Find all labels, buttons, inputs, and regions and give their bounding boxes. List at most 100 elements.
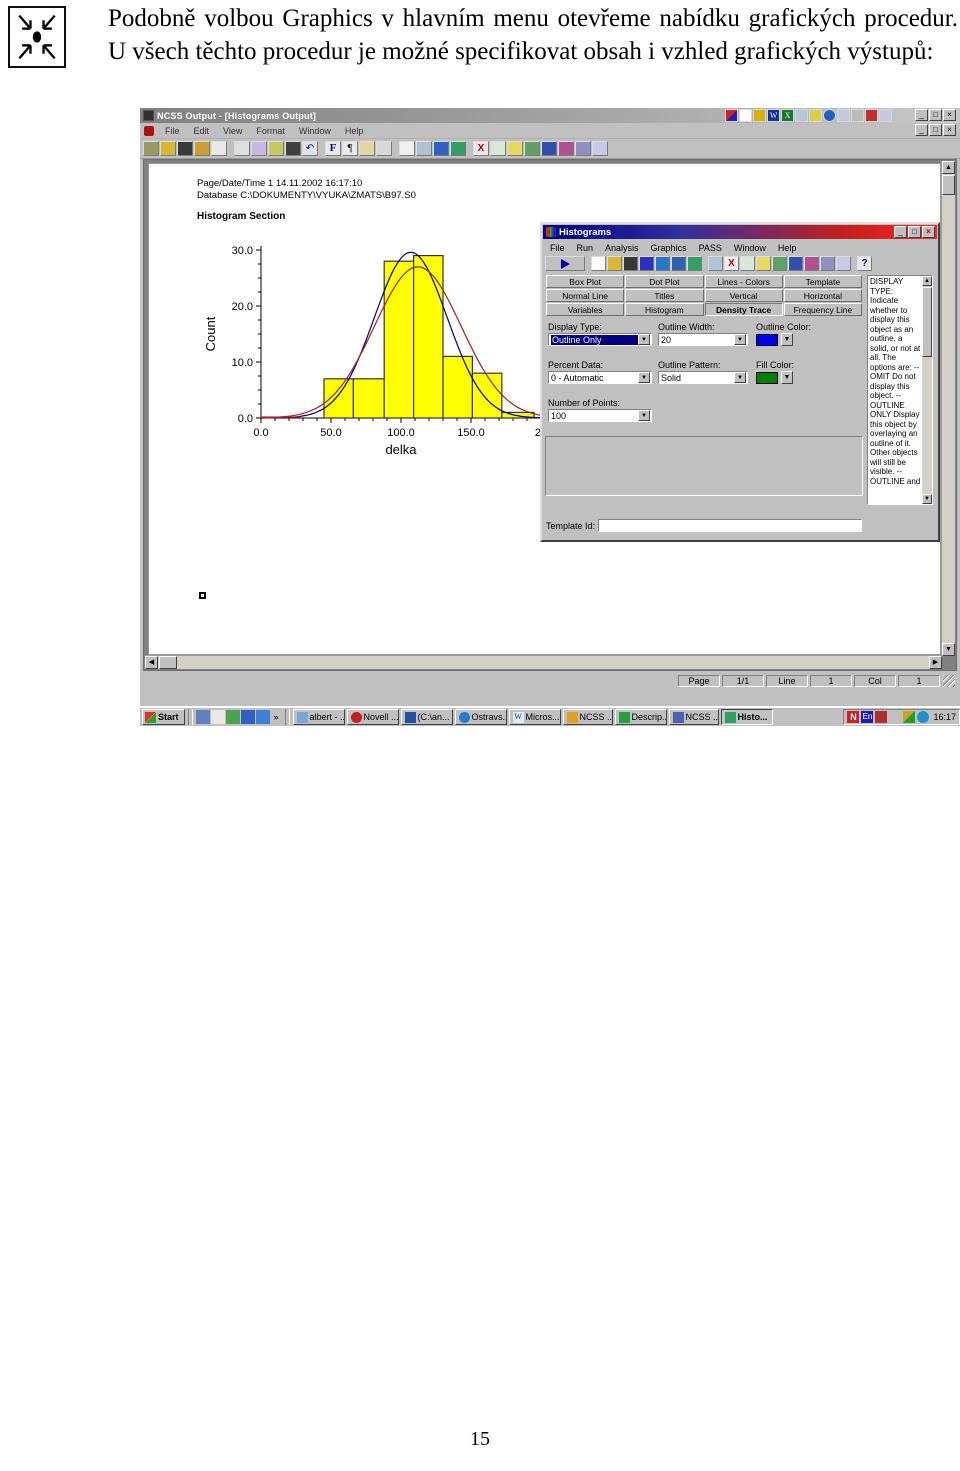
- menu-view[interactable]: View: [216, 126, 249, 136]
- ruler-icon[interactable]: [359, 141, 375, 156]
- notepad-icon[interactable]: [210, 710, 225, 724]
- preview-icon[interactable]: [879, 109, 892, 122]
- spreadsheet-icon[interactable]: [433, 141, 449, 156]
- flag-icon[interactable]: [240, 710, 255, 724]
- task-button-active[interactable]: Histo...: [720, 709, 773, 725]
- child-window-controls[interactable]: _ □ ×: [915, 124, 956, 136]
- run-button[interactable]: [545, 256, 585, 271]
- child-minimize-button[interactable]: _: [915, 124, 928, 136]
- scroll-down-button[interactable]: ▼: [942, 643, 955, 656]
- new-template-icon[interactable]: [591, 256, 606, 271]
- task-button[interactable]: (C:\an...: [400, 709, 453, 725]
- help-scroll-thumb[interactable]: [922, 287, 932, 357]
- tab-normal-line[interactable]: Normal Line: [546, 289, 625, 302]
- menu-help[interactable]: Help: [338, 126, 371, 136]
- task-button[interactable]: NCSS ...: [668, 709, 719, 725]
- scroll-up-button[interactable]: ▲: [942, 161, 955, 174]
- output-window-controls[interactable]: _ □ ×: [915, 109, 956, 121]
- start-tile-icon[interactable]: [725, 109, 738, 122]
- tab-variables[interactable]: Variables: [546, 303, 625, 316]
- display-tray-icon[interactable]: [875, 711, 888, 723]
- chevron-down-icon[interactable]: ▼: [638, 410, 650, 421]
- show-desktop-icon[interactable]: [195, 710, 210, 724]
- grid-icon[interactable]: [225, 710, 240, 724]
- menu-edit[interactable]: Edit: [187, 126, 217, 136]
- dialog-menu-help[interactable]: Help: [772, 243, 803, 253]
- taskbar-clock[interactable]: 16:17: [931, 712, 956, 722]
- new-document-icon[interactable]: [739, 109, 752, 122]
- pointer-icon[interactable]: [255, 710, 270, 724]
- open-template-icon[interactable]: [607, 256, 622, 271]
- cut-icon[interactable]: [234, 141, 250, 156]
- dialog-menu-graphics[interactable]: Graphics: [645, 243, 693, 253]
- anova-icon[interactable]: [740, 256, 755, 271]
- paste-icon[interactable]: [268, 141, 284, 156]
- template-id-row[interactable]: Template Id:: [546, 519, 862, 532]
- template-id-input[interactable]: [598, 519, 862, 532]
- object-anchor-marker[interactable]: [199, 592, 206, 599]
- tab-box-plot[interactable]: Box Plot: [546, 275, 625, 288]
- save-icon[interactable]: [177, 141, 193, 156]
- menu-file[interactable]: File: [158, 126, 187, 136]
- system-tray[interactable]: N En 16:17: [843, 709, 960, 725]
- histograms-tab-strip[interactable]: Box Plot Dot Plot Lines - Colors Templat…: [546, 275, 862, 317]
- new-page-icon[interactable]: [399, 141, 415, 156]
- chevron-down-icon[interactable]: ▼: [734, 372, 746, 383]
- network-globe-icon[interactable]: [917, 711, 930, 723]
- scroll-right-button[interactable]: ▶: [929, 656, 942, 669]
- task-button[interactable]: albert - ...: [292, 709, 345, 725]
- scatter-plot-icon[interactable]: [558, 141, 574, 156]
- print-preview-icon[interactable]: [211, 141, 227, 156]
- menu-format[interactable]: Format: [249, 126, 292, 136]
- meta-analysis-icon[interactable]: [507, 141, 523, 156]
- dialog-menu-pass[interactable]: PASS: [693, 243, 728, 253]
- outline-pattern-combo[interactable]: Solid ▼: [658, 371, 748, 384]
- palette-tray-icon[interactable]: [903, 711, 916, 723]
- copy-icon[interactable]: [251, 141, 267, 156]
- tab-vertical[interactable]: Vertical: [704, 289, 783, 302]
- histograms-dialog[interactable]: Histograms _ □ × File Run Analysis Graph…: [540, 222, 940, 542]
- outline-color-row[interactable]: ▼: [756, 333, 836, 346]
- data-sheet-icon[interactable]: [655, 256, 670, 271]
- histograms-toolbar[interactable]: X ?: [545, 255, 935, 272]
- volume-icon[interactable]: [889, 711, 902, 723]
- dialog-menu-window[interactable]: Window: [728, 243, 772, 253]
- output-window-toolbar[interactable]: ↶ F ¶ X: [140, 139, 960, 159]
- menu-window[interactable]: Window: [292, 126, 338, 136]
- forecast-icon[interactable]: [772, 256, 787, 271]
- forecast-icon[interactable]: [524, 141, 540, 156]
- context-help-panel[interactable]: DISPLAY TYPE: Indicate whether to displa…: [867, 275, 933, 505]
- print-icon[interactable]: [194, 141, 210, 156]
- help-scroll-up-button[interactable]: ▲: [922, 276, 932, 286]
- number-of-points-combo[interactable]: 100 ▼: [548, 409, 652, 422]
- internet-explorer-icon[interactable]: [823, 109, 836, 122]
- database-icon[interactable]: [416, 141, 432, 156]
- chevron-down-icon[interactable]: ▼: [638, 334, 650, 345]
- display-type-combo[interactable]: Outline Only ▼: [548, 333, 652, 346]
- task-button[interactable]: W Micros...: [508, 709, 561, 725]
- windows-taskbar[interactable]: Start » albert - ... Novell ... (C:\an..…: [140, 706, 960, 726]
- filter-icon[interactable]: [708, 256, 723, 271]
- child-close-button[interactable]: ×: [943, 124, 956, 136]
- outline-color-swatch[interactable]: [756, 333, 778, 346]
- histograms-minimize-button[interactable]: _: [894, 226, 907, 238]
- resize-grip[interactable]: [943, 675, 955, 687]
- child-restore-button[interactable]: □: [929, 124, 942, 136]
- window-icon[interactable]: [851, 109, 864, 122]
- chart-icon[interactable]: [837, 109, 850, 122]
- density-trace-options[interactable]: Display Type: Outline Only ▼ Percent Dat…: [546, 322, 862, 432]
- tab-template[interactable]: Template: [783, 275, 862, 288]
- output-window-icon[interactable]: [671, 256, 686, 271]
- save-icon[interactable]: [623, 256, 638, 271]
- scatter-plot-icon[interactable]: [804, 256, 819, 271]
- quick-launch-tray[interactable]: W X: [725, 109, 892, 122]
- paint-icon[interactable]: [865, 109, 878, 122]
- start-button[interactable]: Start: [142, 709, 185, 725]
- fill-color-dropdown-icon[interactable]: ▼: [781, 371, 793, 384]
- task-button[interactable]: Descrip...: [614, 709, 667, 725]
- histogram-icon[interactable]: [575, 141, 591, 156]
- dialog-menu-analysis[interactable]: Analysis: [599, 243, 645, 253]
- taskbar-overflow-chevron[interactable]: »: [274, 712, 279, 722]
- help-scroll-down-button[interactable]: ▼: [922, 494, 932, 504]
- find-icon[interactable]: [285, 141, 301, 156]
